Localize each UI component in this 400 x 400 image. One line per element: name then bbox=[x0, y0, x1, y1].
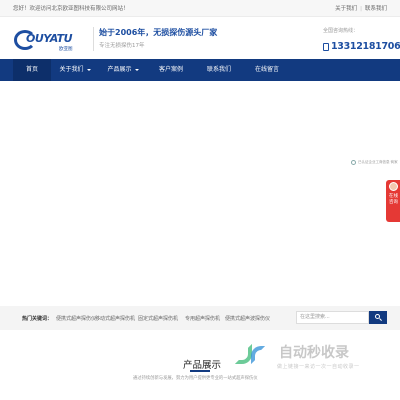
search-input[interactable]: 在这里搜索... bbox=[296, 311, 369, 324]
chevron-down-icon bbox=[86, 68, 91, 71]
watermark-subtitle: 做上链接一来访一次一自动收录一 bbox=[277, 364, 360, 370]
hotline-row: 13312181706 bbox=[323, 36, 400, 55]
hotline-phone[interactable]: 13312181706 bbox=[331, 41, 400, 52]
hot-keyword[interactable]: 移动式超声探伤机 bbox=[95, 315, 135, 322]
cert-badge[interactable]: 已认证企业工商信息·商家 bbox=[351, 159, 400, 167]
top-link-separator: | bbox=[360, 6, 362, 12]
products-title: 产品展示 bbox=[183, 360, 222, 371]
title-underline bbox=[190, 370, 210, 372]
nav-item-message[interactable]: 在线留言 bbox=[243, 59, 291, 81]
online-service-label: 在线咨询 bbox=[389, 194, 398, 205]
header-subslogan: 专注无损探伤17年 bbox=[99, 43, 145, 49]
welcome-text: 您好！欢迎访问北京欧亚图科技有限公司网站！ bbox=[13, 6, 129, 12]
site-logo[interactable]: OUYATU 欧亚图 bbox=[14, 29, 92, 55]
hotline-label: 全国咨询热线： bbox=[323, 28, 359, 34]
nav-item-home[interactable]: 首页 bbox=[13, 59, 51, 81]
nav-label: 关于我们 bbox=[59, 66, 84, 73]
main-nav: 首页 关于我们 产品展示 客户案例 联系我们 在线留言 bbox=[0, 59, 400, 81]
nav-item-cases[interactable]: 客户案例 bbox=[147, 59, 195, 81]
hot-keyword[interactable]: 便携式超声波探伤仪 bbox=[225, 315, 270, 322]
nav-label: 首页 bbox=[25, 66, 38, 73]
nav-item-contact[interactable]: 联系我们 bbox=[195, 59, 243, 81]
watermark-logo-r bbox=[251, 346, 265, 364]
phone-icon bbox=[323, 42, 329, 51]
hot-keyword[interactable]: 固定式超声探伤机 bbox=[138, 315, 178, 322]
watermark: 自动秒收录 做上链接一来访一次一自动收录一 bbox=[233, 340, 393, 374]
chevron-down-icon bbox=[134, 68, 139, 71]
online-service-float[interactable]: 在线咨询 bbox=[386, 180, 400, 222]
products-description: 通过持续创新与发展，努力为用户提供更专业的一站式超声探伤仪 bbox=[133, 376, 258, 381]
top-link-about[interactable]: 关于我们 bbox=[335, 6, 357, 12]
logo-subtitle: 欧亚图 bbox=[59, 47, 73, 52]
nav-item-products[interactable]: 产品展示 bbox=[99, 59, 147, 81]
search-icon-handle bbox=[379, 318, 382, 322]
site-header: OUYATU 欧亚图 始于2006年，无损探伤源头厂家 专注无损探伤17年 全国… bbox=[0, 17, 400, 59]
nav-label: 客户案例 bbox=[158, 66, 183, 73]
service-avatar bbox=[389, 182, 398, 191]
hot-keyword[interactable]: 便携式超声探伤仪 bbox=[56, 315, 96, 322]
header-divider bbox=[93, 27, 94, 51]
watermark-title: 自动秒收录 bbox=[279, 345, 349, 361]
top-bar: 您好！欢迎访问北京欧亚图科技有限公司网站！ 关于我们 | 联系我们 bbox=[0, 0, 400, 17]
nav-item-about[interactable]: 关于我们 bbox=[51, 59, 99, 81]
header-slogan: 始于2006年，无损探伤源头厂家 bbox=[99, 28, 218, 37]
nav-label: 在线留言 bbox=[254, 66, 279, 73]
watermark-logo bbox=[233, 342, 273, 370]
verified-icon bbox=[351, 160, 356, 165]
hotline: 全国咨询热线： 13312181706 bbox=[323, 27, 400, 55]
nav-label: 产品展示 bbox=[107, 66, 132, 73]
nav-label: 联系我们 bbox=[206, 66, 231, 73]
hero-banner[interactable] bbox=[0, 81, 400, 305]
cert-text: 已认证企业工商信息·商家 bbox=[358, 160, 398, 164]
hot-keywords-label: 热门关键词： bbox=[22, 316, 53, 322]
logo-wordmark: OUYATU bbox=[26, 32, 73, 45]
watermark-logo-j bbox=[235, 344, 252, 364]
top-links: 关于我们 | 联系我们 bbox=[335, 4, 387, 12]
hot-keyword[interactable]: 专用超声探伤机 bbox=[185, 315, 220, 322]
search-button[interactable] bbox=[369, 311, 387, 324]
top-link-contact[interactable]: 联系我们 bbox=[365, 6, 387, 12]
